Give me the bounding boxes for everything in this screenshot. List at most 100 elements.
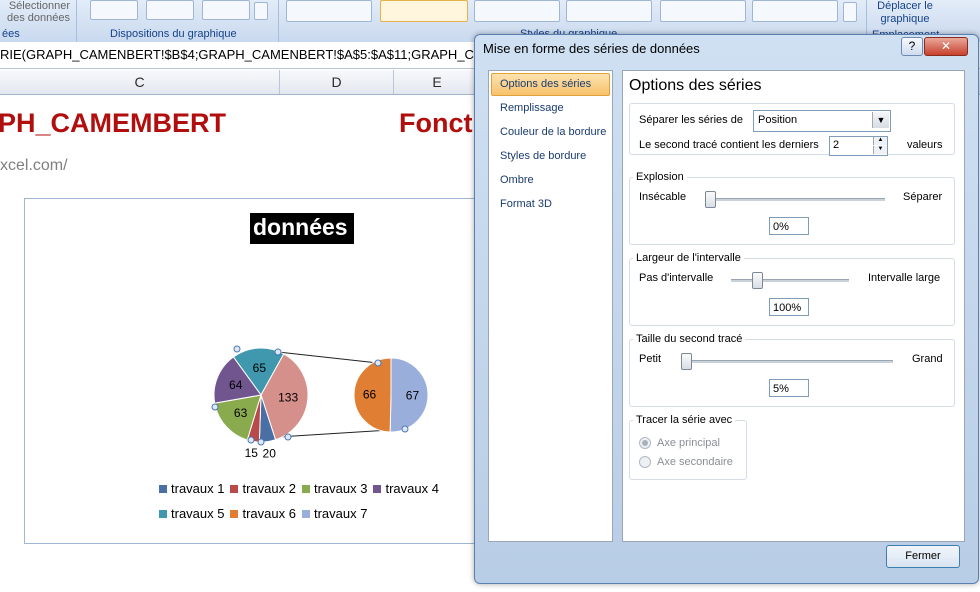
legend-label: travaux 2 (242, 481, 296, 496)
gap-value[interactable]: 100% (769, 298, 809, 316)
dialog-main-pane: Options des séries Séparer les séries de… (622, 70, 965, 542)
dialog-title: Mise en forme des séries de données (483, 41, 700, 56)
spin-up-icon[interactable]: ▲ (873, 137, 887, 145)
spin-down-icon[interactable]: ▼ (873, 146, 887, 154)
chart-area[interactable]: données 65 133 20 15 63 64 67 66 travaux 1 trava… (24, 198, 486, 544)
chart-style-1[interactable] (286, 0, 372, 22)
second-size-min-label: Petit (639, 353, 662, 365)
move-chart-label-2: graphique (880, 13, 930, 25)
nav-shadow[interactable]: Ombre (500, 174, 534, 186)
secondary-axis-radio[interactable] (639, 456, 651, 468)
second-size-value[interactable]: 5% (769, 379, 809, 397)
second-pie-data-label-1[interactable]: 66 (363, 388, 377, 402)
second-size-slider-thumb[interactable] (681, 353, 692, 370)
layout-thumb-1[interactable] (90, 0, 138, 20)
selection-handle-1[interactable] (274, 348, 282, 356)
fermer-button[interactable]: Fermer (886, 545, 960, 568)
plot-on-group (629, 420, 747, 480)
layout-thumb-3[interactable] (202, 0, 250, 20)
help-icon[interactable]: ? (901, 37, 923, 56)
layouts-group-label: Dispositions du graphique (110, 28, 237, 40)
sheet-heading-right: Fonct (399, 108, 473, 138)
select-data-label-1: Sélectionner (8, 0, 70, 12)
move-chart-button[interactable]: Déplacer le graphique (872, 0, 938, 26)
layout-thumb-2[interactable] (146, 0, 194, 20)
legend-item[interactable]: travaux 4 (373, 481, 439, 496)
layouts-more-button[interactable] (254, 2, 268, 20)
second-size-title: Taille du second tracé (633, 333, 746, 345)
legend-label: travaux 6 (242, 506, 296, 521)
selection-handle-5[interactable] (211, 403, 219, 411)
nav-fill[interactable]: Remplissage (500, 102, 564, 114)
legend-swatch (373, 485, 382, 493)
explosion-title: Explosion (633, 171, 687, 183)
radio-dot (642, 440, 648, 446)
split-select-value: Position (758, 114, 798, 126)
chart-style-2[interactable] (380, 0, 468, 22)
nav-3d-format[interactable]: Format 3D (500, 198, 552, 210)
selection-handle-0[interactable] (233, 345, 241, 353)
legend-item[interactable]: travaux 1 (159, 481, 224, 496)
legend-swatch (230, 510, 239, 518)
nav-border-color[interactable]: Couleur de la bordure (500, 126, 606, 138)
column-header-e[interactable]: E (394, 70, 481, 94)
legend-swatch (159, 485, 167, 493)
legend-label: travaux 5 (171, 506, 225, 521)
primary-axis-label: Axe principal (657, 437, 720, 449)
data-group-label: ées (2, 28, 20, 40)
explosion-min-label: Insécable (639, 191, 687, 203)
selection-handle-7[interactable] (401, 425, 409, 433)
selection-handle-4[interactable] (247, 436, 255, 444)
legend-item[interactable]: travaux 6 (230, 506, 296, 521)
second-size-max-label: Grand (912, 353, 943, 365)
main-pie-data-label-3[interactable]: 15 (245, 446, 259, 460)
second-pie-data-label-0[interactable]: 67 (406, 388, 420, 402)
chart-style-3[interactable] (474, 0, 560, 22)
sheet-url[interactable]: xcel.com/ (0, 157, 68, 175)
main-pie-data-label-1[interactable]: 133 (278, 391, 298, 405)
chart-style-4[interactable] (566, 0, 652, 22)
explosion-slider-thumb[interactable] (705, 191, 716, 208)
sheet-heading-left: PH_CAMEMBERT (0, 108, 227, 138)
selection-handle-3[interactable] (257, 438, 265, 446)
select-data-button[interactable]: Sélectionner des données (4, 0, 70, 24)
primary-axis-radio[interactable] (639, 437, 651, 449)
column-header-d[interactable]: D (280, 70, 394, 94)
selection-handle-6[interactable] (374, 359, 382, 367)
legend-swatch (301, 510, 310, 518)
chevron-down-icon[interactable]: ▼ (872, 112, 889, 128)
column-header-c[interactable]: C (0, 70, 280, 94)
second-plot-stepper[interactable]: 2 ▲ ▼ (829, 136, 888, 156)
main-pie-data-label-0[interactable]: 65 (253, 361, 267, 375)
explosion-max-label: Séparer (903, 191, 943, 203)
main-pie-data-label-4[interactable]: 63 (234, 406, 248, 420)
main-pie-data-label-5[interactable]: 64 (229, 378, 243, 392)
legend-item[interactable]: travaux 3 (301, 481, 368, 496)
split-select[interactable]: Position ▼ (753, 110, 891, 132)
legend-swatch (301, 485, 310, 493)
legend-item[interactable]: travaux 2 (230, 481, 296, 496)
legend-label: travaux 4 (385, 481, 439, 496)
legend-label: travaux 3 (313, 481, 368, 496)
close-icon[interactable]: ✕ (924, 37, 968, 56)
explosion-slider-track[interactable] (705, 198, 885, 201)
second-size-slider-track[interactable] (681, 360, 893, 363)
gap-max-label: Intervalle large (868, 272, 941, 284)
legend-swatch (159, 510, 167, 518)
chart-style-6[interactable] (752, 0, 838, 22)
nav-series-options[interactable]: Options des séries (500, 78, 591, 90)
legend-item[interactable]: travaux 7 (301, 506, 367, 521)
nav-border-styles[interactable]: Styles de bordure (500, 150, 586, 162)
select-data-label-2: des données (7, 12, 70, 24)
chart-style-5[interactable] (660, 0, 746, 22)
main-pie-data-label-2[interactable]: 20 (263, 446, 277, 460)
second-plot-unit: valeurs (907, 139, 943, 151)
selection-handle-2[interactable] (284, 433, 292, 441)
legend-item[interactable]: travaux 5 (159, 506, 224, 521)
chart-legend[interactable]: travaux 1 travaux 2 travaux 3 travaux 4 trav… (159, 481, 469, 531)
styles-more-button[interactable] (843, 2, 857, 22)
plot-on-title: Tracer la série avec (633, 414, 736, 426)
gap-slider-track[interactable] (731, 279, 849, 282)
gap-slider-thumb[interactable] (752, 272, 763, 289)
explosion-value[interactable]: 0% (769, 217, 809, 235)
